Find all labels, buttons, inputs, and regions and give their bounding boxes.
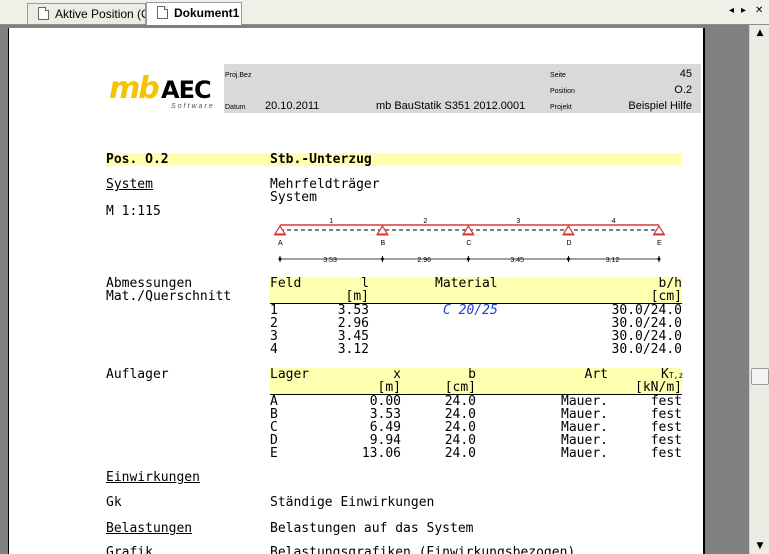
grafik-description: Belastungsgrafiken (Einwirkungsbezogen) <box>270 545 576 554</box>
logo-software: Software <box>171 103 215 110</box>
close-icon[interactable]: ✕ <box>755 5 763 16</box>
datum-label: Datum <box>225 104 246 111</box>
tab-label: Dokument1 <box>174 6 240 20</box>
projekt-label: Projekt <box>550 104 572 111</box>
dimension-label: 3.45 <box>510 257 524 263</box>
dimension-label: 2.96 <box>417 257 431 263</box>
k-subscript: T,z <box>668 371 684 380</box>
tab-label: Aktive Position (O.2) <box>55 7 145 21</box>
einwirkungen-heading: Einwirkungen <box>106 470 200 485</box>
document-viewport: mb AEC Software Proj.Bez Datum 20.10.201… <box>0 25 749 554</box>
position-value: O.2 <box>674 84 692 96</box>
dimension-node <box>566 257 570 261</box>
lager-x: 13.06 <box>361 446 401 461</box>
system-subtitle: System <box>270 190 317 205</box>
system-heading: System <box>106 177 153 192</box>
scrollbar-thumb[interactable] <box>751 368 769 385</box>
support-label: A <box>278 240 283 247</box>
feld-length: 3.12 <box>337 342 369 357</box>
support-icon <box>562 224 575 235</box>
lager-k: fest <box>650 446 682 461</box>
position-heading-bar <box>106 153 682 166</box>
auflager-label: Auflager <box>106 367 169 382</box>
scroll-down-icon[interactable]: ▼ <box>750 538 769 554</box>
belastungen-description: Belastungen auf das System <box>270 521 474 536</box>
projekt-value: Beispiel Hilfe <box>628 100 692 112</box>
belastungen-heading: Belastungen <box>106 521 193 536</box>
field-label: 2 <box>423 218 427 225</box>
feld-material: C 20/25 <box>443 303 498 318</box>
tab-prev-icon[interactable]: ◂ <box>729 5 734 16</box>
field-label: 1 <box>329 218 333 225</box>
page-header: Proj.Bez Datum 20.10.2011 mb BauStatik S… <box>224 64 701 113</box>
dimension-node <box>657 257 661 261</box>
feld-header: Feld <box>270 276 302 291</box>
dimension-label: 3.12 <box>606 257 620 263</box>
position-number: Pos. O.2 <box>106 152 169 167</box>
document-icon <box>38 7 49 20</box>
lager-header: Lager <box>270 367 310 382</box>
support-icon <box>652 224 666 235</box>
tab-next-icon[interactable]: ▸ <box>741 5 746 16</box>
support-label: B <box>380 240 385 247</box>
document-icon <box>157 6 168 19</box>
datum-value: 20.10.2011 <box>265 100 320 112</box>
dimension-node <box>278 257 282 261</box>
seite-value: 45 <box>679 68 692 80</box>
mbaec-logo: mb AEC Software <box>109 74 227 112</box>
tab-aktive-position[interactable]: Aktive Position (O.2) <box>27 3 146 24</box>
feld-number: 4 <box>270 342 278 357</box>
field-label: 3 <box>516 218 520 225</box>
document-page: mb AEC Software Proj.Bez Datum 20.10.201… <box>8 28 705 554</box>
software-version: mb BauStatik S351 2012.0001 <box>376 100 526 112</box>
dimension-label: 3.53 <box>323 257 337 263</box>
position-label: Position <box>550 88 575 95</box>
mat-querschnitt-label: Mat./Querschnitt <box>106 289 232 304</box>
lager-name: E <box>270 446 278 461</box>
vertical-scrollbar[interactable]: ▲ ▼ <box>749 25 769 554</box>
logo-mb: mb <box>109 71 160 106</box>
field-label: 4 <box>612 218 616 225</box>
gk-description: Ständige Einwirkungen <box>270 495 435 510</box>
art-header: Art <box>584 367 608 382</box>
gk-label: Gk <box>106 495 122 510</box>
proj-bez-label: Proj.Bez <box>225 72 252 79</box>
dimension-node <box>466 257 470 261</box>
x-unit: [m] <box>377 380 401 395</box>
tab-dokument1[interactable]: Dokument1 <box>146 2 242 25</box>
k-unit: [kN/m] <box>635 380 682 395</box>
length-unit: [m] <box>345 289 369 304</box>
lager-b: 24.0 <box>444 446 476 461</box>
scroll-up-icon[interactable]: ▲ <box>750 25 769 41</box>
position-title: Stb.-Unterzug <box>270 152 372 167</box>
scale-label: M 1:115 <box>106 204 161 219</box>
seite-label: Seite <box>550 72 566 79</box>
b-unit: [cm] <box>444 380 476 395</box>
support-label: C <box>466 240 471 247</box>
system-diagram: A B C D E 1 3.53 2 2.96 3 3.45 4 3.12 <box>273 218 666 263</box>
logo-aec: AEC <box>161 76 212 104</box>
lager-art: Mauer. <box>561 446 608 461</box>
tab-bar: Aktive Position (O.2) Dokument1 ◂ ▸ ✕ <box>0 0 769 25</box>
support-label: D <box>566 240 571 247</box>
grafik-label: Grafik <box>106 545 153 554</box>
bh-unit: [cm] <box>650 289 682 304</box>
support-label: E <box>657 240 662 247</box>
material-header: Material <box>435 276 498 291</box>
dimension-node <box>380 257 384 261</box>
feld-bh: 30.0/24.0 <box>611 342 682 357</box>
